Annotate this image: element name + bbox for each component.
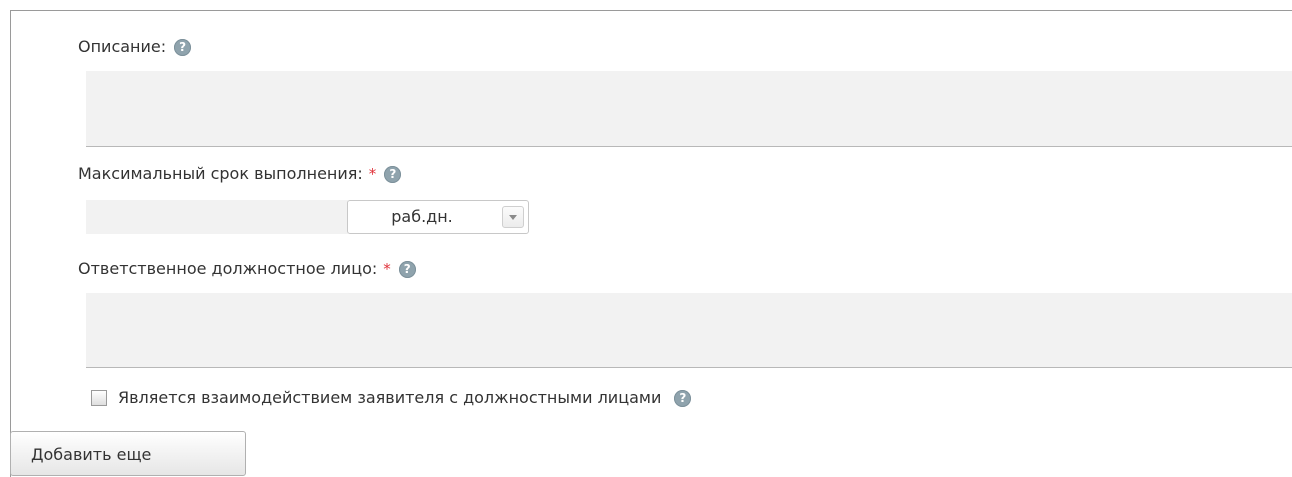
max-term-input[interactable] bbox=[86, 200, 348, 234]
description-label: Описание: bbox=[78, 37, 167, 56]
question-circle-icon[interactable]: ? bbox=[398, 260, 416, 278]
responsible-label: Ответственное должностное лицо: bbox=[78, 259, 378, 278]
question-circle-icon[interactable]: ? bbox=[384, 165, 402, 183]
add-more-button[interactable]: Добавить еще bbox=[10, 431, 246, 476]
interaction-checkbox-label[interactable]: Является взаимодействием заявителя с дол… bbox=[118, 388, 661, 408]
term-unit-select[interactable]: раб.дн. bbox=[347, 200, 529, 234]
chevron-down-icon[interactable] bbox=[502, 206, 524, 228]
question-circle-icon[interactable]: ? bbox=[674, 389, 692, 407]
interaction-checkbox[interactable] bbox=[91, 390, 107, 406]
term-unit-value: раб.дн. bbox=[391, 207, 453, 226]
responsible-textarea[interactable] bbox=[86, 293, 1292, 368]
max-term-label: Максимальный срок выполнения: bbox=[78, 164, 363, 183]
responsible-label-row: Ответственное должностное лицо: * ? bbox=[78, 259, 416, 279]
description-label-row: Описание: ? bbox=[78, 37, 192, 57]
required-mark: * bbox=[383, 260, 391, 278]
required-mark: * bbox=[368, 165, 377, 183]
question-circle-icon[interactable]: ? bbox=[174, 38, 192, 56]
max-term-label-row: Максимальный срок выполнения: * ? bbox=[78, 164, 402, 184]
interaction-checkbox-row: Является взаимодействием заявителя с дол… bbox=[91, 388, 692, 408]
description-textarea[interactable] bbox=[86, 71, 1292, 147]
